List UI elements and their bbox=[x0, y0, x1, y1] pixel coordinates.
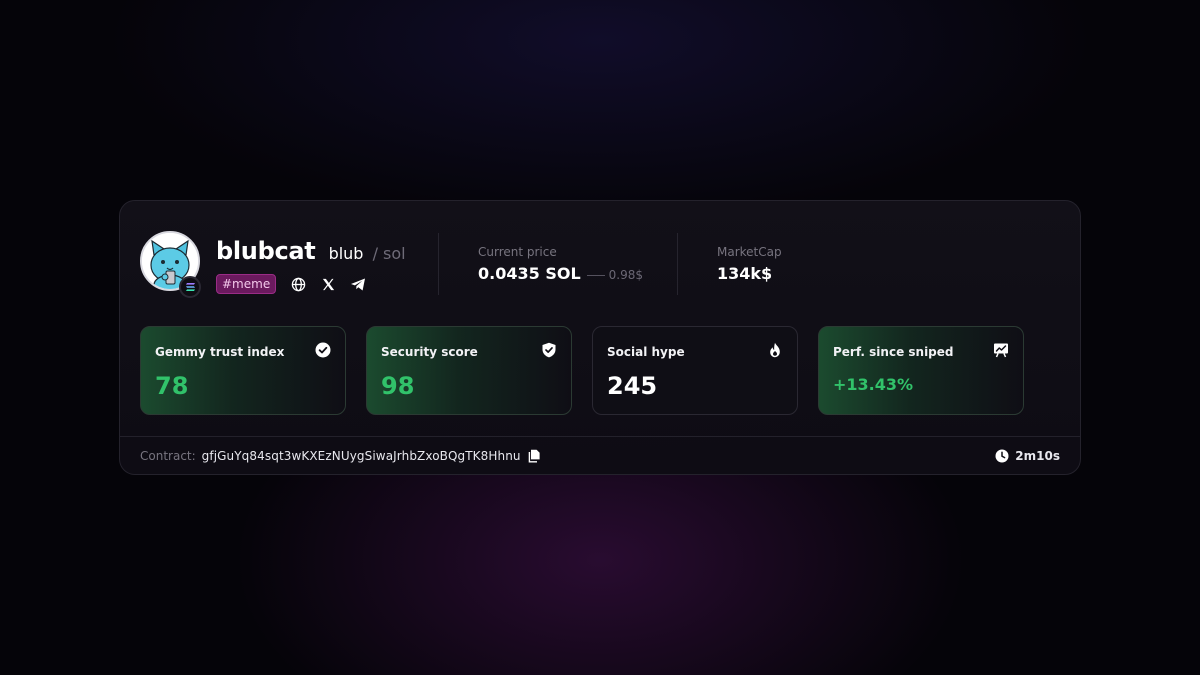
token-card: blubcat blub / sol #meme Current price 0… bbox=[119, 200, 1081, 475]
token-avatar bbox=[140, 231, 201, 298]
clock-icon bbox=[995, 449, 1009, 463]
tile-value: 98 bbox=[381, 372, 415, 400]
tile-label: Security score bbox=[381, 345, 478, 359]
tile-value: 245 bbox=[607, 372, 658, 400]
footer-divider bbox=[120, 436, 1080, 437]
contract-address[interactable]: gfjGuYq84sqt3wKXEzNUygSiwaJrhbZxoBQgTK8H… bbox=[202, 449, 521, 463]
copy-icon[interactable] bbox=[527, 449, 541, 463]
perf-since-sniped-tile: Perf. since sniped +13.43% bbox=[818, 326, 1024, 415]
x-icon[interactable] bbox=[320, 276, 336, 292]
tile-value: +13.43% bbox=[833, 375, 914, 394]
token-name-block: blubcat blub / sol bbox=[216, 237, 406, 265]
security-score-tile: Security score 98 bbox=[366, 326, 572, 415]
current-price-label: Current price bbox=[478, 245, 557, 259]
token-chain: / sol bbox=[372, 244, 406, 263]
solana-icon bbox=[179, 276, 201, 298]
chart-board-icon bbox=[993, 342, 1009, 358]
divider bbox=[438, 233, 439, 295]
dash-divider bbox=[586, 275, 605, 276]
divider bbox=[677, 233, 678, 295]
tile-label: Social hype bbox=[607, 345, 685, 359]
token-name: blubcat bbox=[216, 237, 316, 265]
age-timer: 2m10s bbox=[995, 449, 1060, 463]
contract-row: Contract: gfjGuYq84sqt3wKXEzNUygSiwaJrhb… bbox=[140, 449, 541, 463]
contract-label: Contract: bbox=[140, 449, 196, 463]
price-usd: 0.98$ bbox=[608, 268, 643, 282]
timer-value: 2m10s bbox=[1015, 449, 1060, 463]
category-tag[interactable]: #meme bbox=[216, 274, 277, 294]
tile-label: Gemmy trust index bbox=[155, 345, 285, 359]
current-price-stat: Current price 0.0435 SOL 0.98$ bbox=[478, 245, 643, 283]
social-hype-tile: Social hype 245 bbox=[592, 326, 798, 415]
tile-label: Perf. since sniped bbox=[833, 345, 954, 359]
token-ticker: blub bbox=[328, 244, 364, 263]
telegram-icon[interactable] bbox=[350, 276, 366, 292]
trust-index-tile: Gemmy trust index 78 bbox=[140, 326, 346, 415]
price-usd-wrap: 0.98$ bbox=[586, 268, 643, 282]
check-circle-icon bbox=[315, 342, 331, 358]
globe-icon[interactable] bbox=[290, 276, 306, 292]
tile-value: 78 bbox=[155, 372, 189, 400]
marketcap-stat: MarketCap 134k$ bbox=[717, 245, 782, 283]
card-footer: Contract: gfjGuYq84sqt3wKXEzNUygSiwaJrhb… bbox=[140, 447, 1060, 465]
current-price-value: 0.0435 SOL 0.98$ bbox=[478, 264, 643, 283]
fire-icon bbox=[767, 342, 783, 358]
marketcap-value: 134k$ bbox=[717, 264, 773, 283]
price-sol: 0.0435 SOL bbox=[478, 264, 581, 283]
shield-check-icon bbox=[541, 342, 557, 358]
tag-and-socials: #meme bbox=[216, 274, 366, 294]
marketcap-label: MarketCap bbox=[717, 245, 782, 259]
